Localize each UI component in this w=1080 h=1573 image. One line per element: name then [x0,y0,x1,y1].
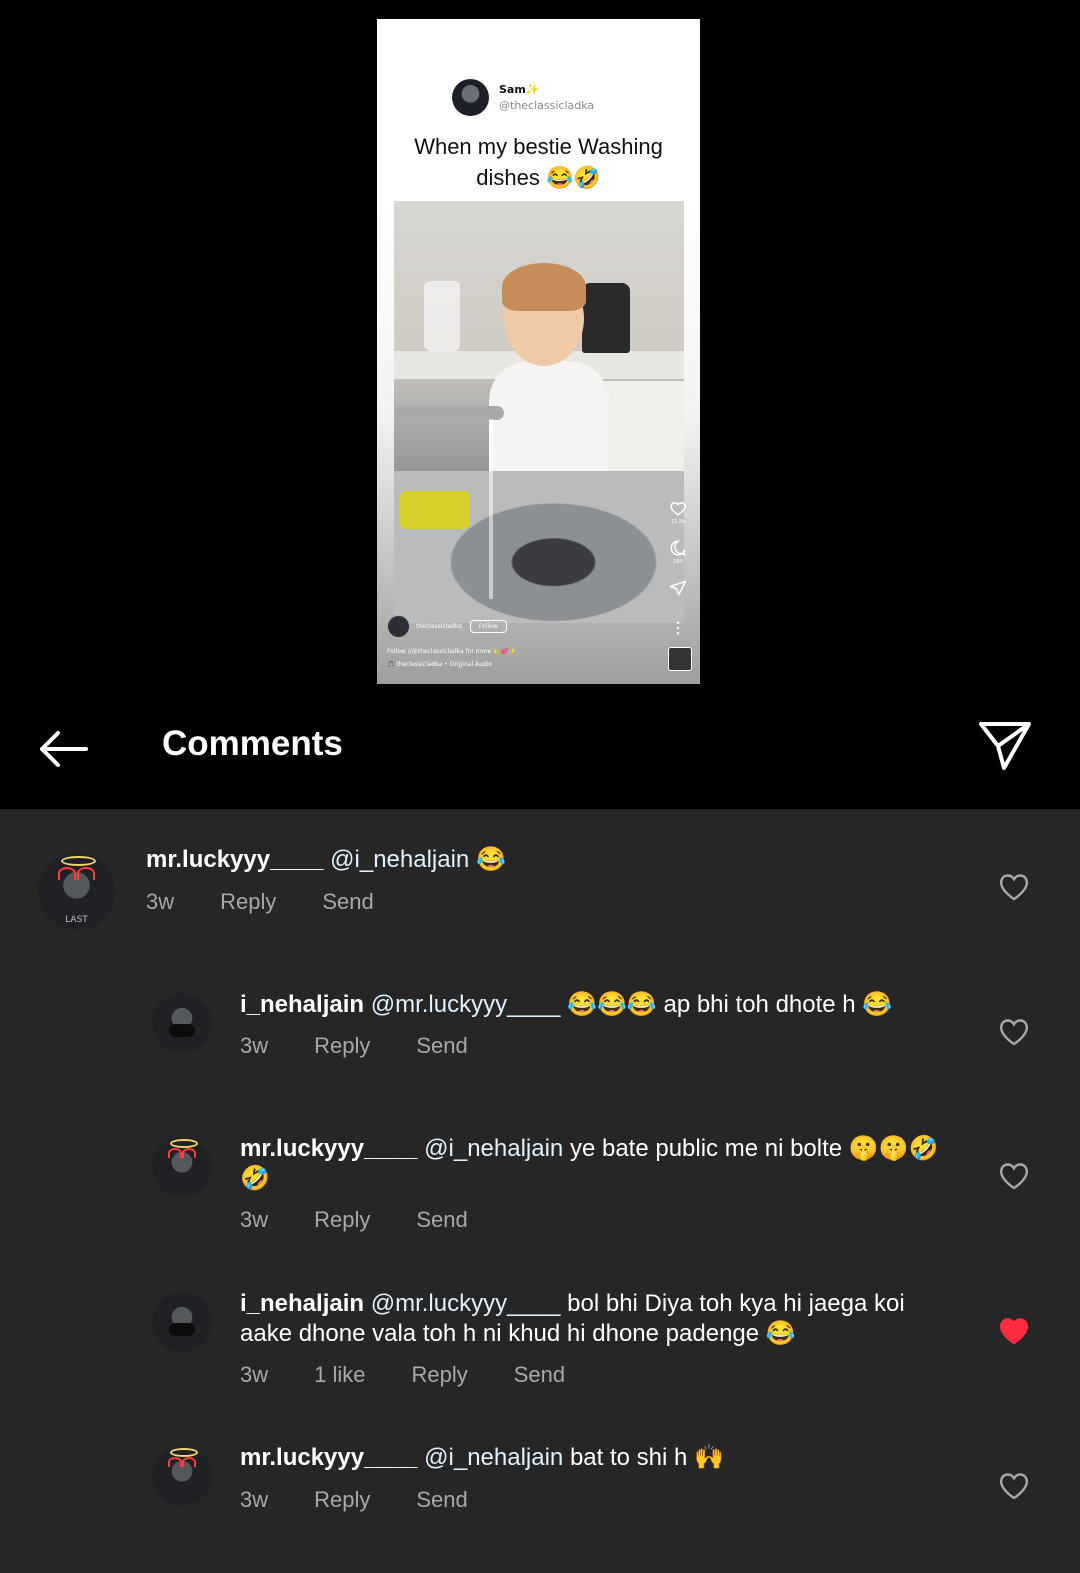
heart-outline-icon[interactable] [999,1162,1029,1190]
page-title: Comments [162,724,343,763]
comment-mention[interactable]: @i_nehaljain [330,846,469,873]
send-button[interactable]: Send [416,1207,467,1233]
comment-meta: 3w Reply Send [146,889,420,915]
comment-mention[interactable]: @i_nehaljain [424,1135,563,1162]
back-arrow-icon[interactable] [36,727,90,771]
preview-author-avatar [452,79,489,116]
post-preview[interactable]: Sam✨ @theclassicladka When my bestie Was… [377,19,700,684]
preview-footer: theclassicladka Follow Follow //@theclas… [387,615,690,668]
comment-body-continued: aake dhone vala toh h ni khud hi dhone p… [240,1320,796,1347]
preview-footer-caption: Follow //@theclassicladka for more 💫💕✨ [387,648,516,655]
comment-username[interactable]: mr.luckyyy____ [240,1135,417,1162]
comment-username[interactable]: i_nehaljain [240,1290,364,1317]
preview-video-frame [394,201,684,623]
heart-filled-icon[interactable] [999,1317,1029,1345]
comment-body: bat to shi h 🙌 [569,1444,724,1471]
preview-follow-button: Follow [469,620,507,633]
avatar[interactable] [152,1446,212,1506]
preview-footer-avatar [387,615,410,638]
send-button[interactable]: Send [514,1362,565,1388]
avatar[interactable] [152,1292,212,1352]
comment-like-count[interactable]: 1 like [314,1362,365,1388]
comment-body: 😂 [475,846,506,873]
comment-mention[interactable]: @i_nehaljain [424,1444,563,1471]
avatar[interactable] [152,1137,212,1197]
preview-comment-icon [670,540,686,556]
send-button[interactable]: Send [416,1487,467,1513]
send-button[interactable]: Send [416,1033,467,1059]
comment-meta: 3w 1 like Reply Send [240,1362,611,1388]
preview-comment-count: 299 [673,559,683,565]
heart-outline-icon[interactable] [999,873,1029,901]
comment-body: ye bate public me ni bolte 🤫🤫🤣 [569,1135,939,1162]
heart-outline-icon[interactable] [999,1472,1029,1500]
comment-text: i_nehaljain @mr.luckyyy____ bol bhi Diya… [240,1289,970,1349]
comment-time: 3w [240,1362,269,1387]
comment-meta: 3w Reply Send [240,1033,514,1059]
heart-outline-icon[interactable] [999,1018,1029,1046]
comment-body: 😂😂😂 ap bhi toh dhote h 😂 [567,991,893,1018]
comment-time: 3w [240,1033,269,1058]
comment-mention[interactable]: @mr.luckyyy____ [371,1290,561,1317]
comment-username[interactable]: mr.luckyyy____ [146,846,323,873]
preview-heart-icon [670,501,686,516]
send-button[interactable]: Send [322,889,373,915]
send-icon[interactable] [978,720,1032,772]
comment-text: mr.luckyyy____ @i_nehaljain 😂 [146,845,506,875]
comment-mention[interactable]: @mr.luckyyy____ [371,991,561,1018]
comment-time: 3w [240,1487,269,1512]
comment-username[interactable]: i_nehaljain [240,991,364,1018]
preview-author-name: Sam✨ [499,82,540,96]
preview-footer-audio: 🎵 theclassicladka • Original Audio [387,661,493,668]
avatar[interactable] [152,993,212,1053]
comment-body-continued: 🤣 [240,1165,270,1192]
preview-caption: When my bestie Washing dishes 😂🤣 [414,134,663,190]
comments-list[interactable]: LAST mr.luckyyy____ @i_nehaljain 😂 3w Re… [0,809,1080,1573]
preview-like-count: 11.5k [670,519,686,525]
comment-meta: 3w Reply Send [240,1207,514,1233]
comment-time: 3w [240,1207,269,1232]
preview-share-icon [669,580,687,596]
reply-button[interactable]: Reply [314,1033,370,1059]
reply-button[interactable]: Reply [314,1487,370,1513]
comment-text: mr.luckyyy____ @i_nehaljain ye bate publ… [240,1134,970,1194]
comment-text: i_nehaljain @mr.luckyyy____ 😂😂😂 ap bhi t… [240,990,892,1020]
avatar[interactable]: LAST [38,853,115,930]
comment-meta: 3w Reply Send [240,1487,514,1513]
preview-audio-thumbnail [668,647,692,671]
comment-text: mr.luckyyy____ @i_nehaljain bat to shi h… [240,1443,724,1473]
reply-button[interactable]: Reply [314,1207,370,1233]
preview-footer-user: theclassicladka [416,623,462,630]
comment-body: bol bhi Diya toh kya hi jaega koi [567,1290,905,1317]
reply-button[interactable]: Reply [411,1362,467,1388]
comment-time: 3w [146,889,175,914]
preview-author: Sam✨ @theclassicladka [452,79,594,116]
preview-author-handle: @theclassicladka [499,98,595,112]
reply-button[interactable]: Reply [220,889,276,915]
comment-username[interactable]: mr.luckyyy____ [240,1444,417,1471]
